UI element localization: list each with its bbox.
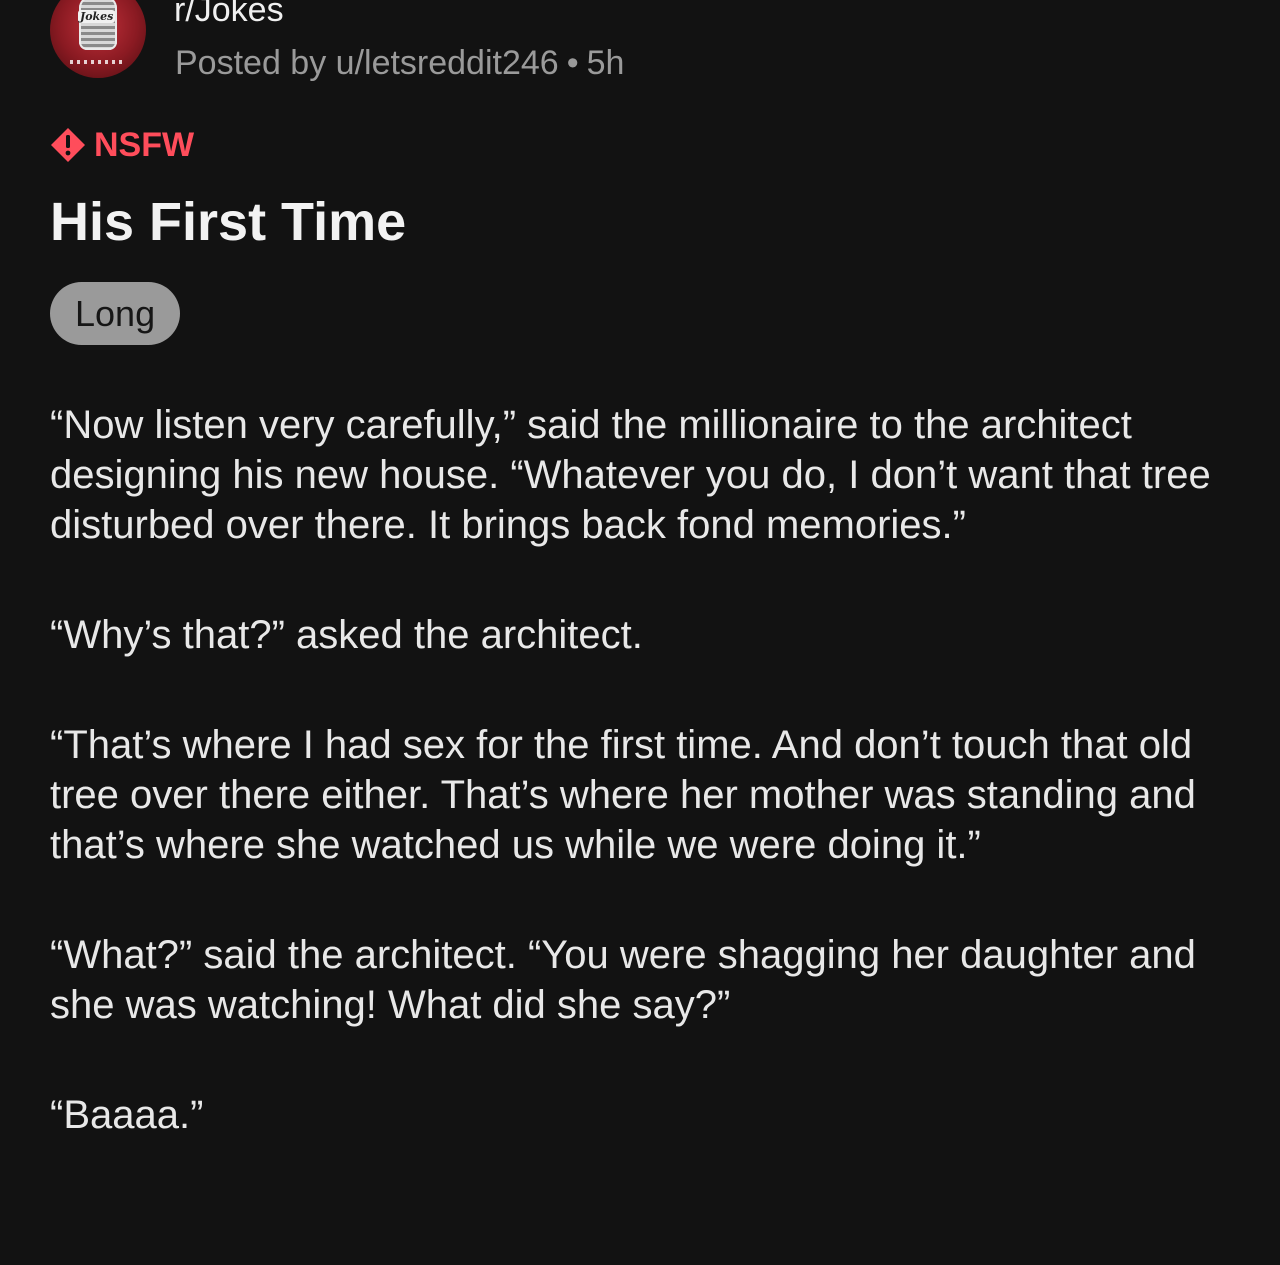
- nsfw-label: NSFW: [94, 125, 195, 164]
- nsfw-warning-icon: [51, 128, 85, 162]
- avatar-label: Jokes: [78, 10, 116, 23]
- nsfw-tag: NSFW: [50, 124, 194, 166]
- posted-by[interactable]: Posted by u/letsreddit246: [175, 44, 559, 82]
- subreddit-name[interactable]: r/Jokes: [174, 0, 284, 30]
- post-body: “Now listen very carefully,” said the mi…: [50, 400, 1225, 1200]
- post-title: His First Time: [50, 192, 407, 252]
- post-paragraph: “That’s where I had sex for the first ti…: [50, 723, 1196, 867]
- post-paragraph: “Baaaa.”: [50, 1093, 204, 1137]
- subreddit-avatar[interactable]: Jokes: [50, 0, 146, 78]
- post-paragraph: “What?” said the architect. “You were sh…: [50, 933, 1196, 1027]
- post-age: 5h: [586, 44, 625, 82]
- post-paragraph: “Why’s that?” asked the architect.: [50, 613, 643, 657]
- avatar-dots: [70, 60, 126, 64]
- post-paragraph: “Now listen very carefully,” said the mi…: [50, 403, 1211, 547]
- post-header: Jokes r/Jokes Posted by u/letsreddit246 •…: [50, 0, 1230, 82]
- post-flair[interactable]: Long: [50, 282, 181, 345]
- microphone-icon: [79, 0, 117, 50]
- meta-separator: •: [566, 44, 579, 82]
- post-meta: Posted by u/letsreddit246 • 5h: [175, 42, 624, 84]
